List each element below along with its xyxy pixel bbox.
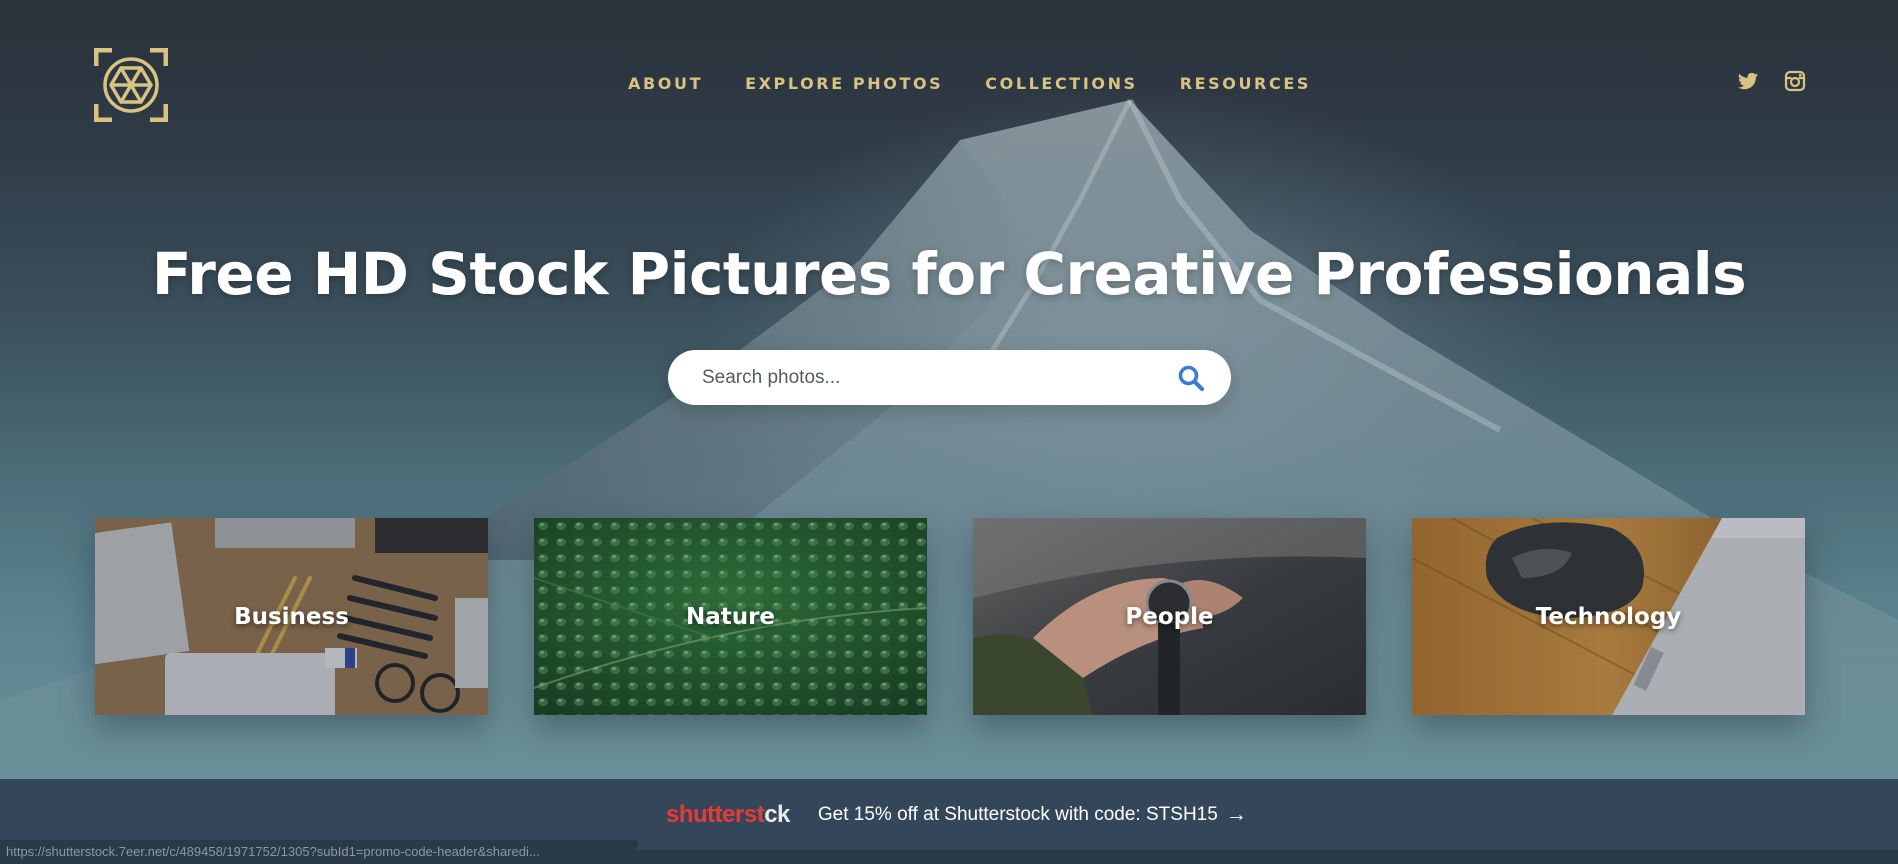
category-card-business[interactable]: Business (95, 518, 488, 715)
promo-text[interactable]: Get 15% off at Shutterstock with code: S… (818, 804, 1218, 826)
nav-about[interactable]: ABOUT (628, 74, 703, 93)
category-label: Technology (1535, 603, 1682, 630)
aperture-logo-icon[interactable] (93, 47, 169, 123)
top-navigation: ABOUT EXPLORE PHOTOS COLLECTIONS RESOURC… (0, 0, 1898, 170)
twitter-icon[interactable] (1736, 69, 1760, 93)
category-label: Nature (685, 603, 776, 630)
main-menu: ABOUT EXPLORE PHOTOS COLLECTIONS RESOURC… (628, 74, 1353, 93)
category-card-nature[interactable]: Nature (534, 518, 927, 715)
category-card-technology[interactable]: Technology (1412, 518, 1805, 715)
category-label: People (1125, 603, 1214, 630)
instagram-link[interactable] (1783, 69, 1807, 93)
search-input[interactable] (702, 350, 1132, 405)
status-bar-url: https://shutterstock.7eer.net/c/489458/1… (0, 840, 638, 864)
nav-collections[interactable]: COLLECTIONS (985, 74, 1137, 93)
nav-resources[interactable]: RESOURCES (1180, 74, 1311, 93)
shutterstock-logo: shutterstck (666, 800, 790, 828)
hero-title: Free HD Stock Pictures for Creative Prof… (151, 240, 1747, 308)
arrow-right-icon: → (1225, 802, 1247, 826)
category-label: Business (234, 603, 349, 630)
category-cards: Business Nature People Technology (95, 518, 1805, 715)
search-bar (668, 350, 1231, 405)
instagram-icon[interactable] (1783, 69, 1807, 93)
search-icon[interactable] (1177, 364, 1205, 392)
twitter-link[interactable] (1736, 69, 1760, 93)
category-card-people[interactable]: People (973, 518, 1366, 715)
nav-explore-photos[interactable]: EXPLORE PHOTOS (745, 74, 943, 93)
